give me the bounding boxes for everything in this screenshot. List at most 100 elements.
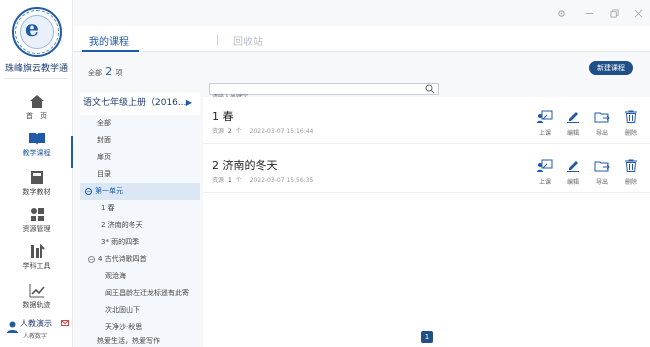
edit-icon [567, 161, 579, 172]
app-logo: e [12, 7, 62, 57]
tab-divider [217, 34, 218, 46]
tree-item[interactable]: 次北固山下 [80, 302, 200, 319]
tree-item[interactable]: 全部 [80, 115, 200, 132]
textbook-selector[interactable]: 语文七年级上册（2016... ▶ [80, 93, 200, 113]
course-title: 1 春 [212, 110, 234, 123]
tree-item-label: 封面 [97, 136, 111, 144]
course-card[interactable]: 1 春 资源 2 个 2022-03-07 15:16:44 上课 编辑 导出 [203, 97, 650, 144]
course-card[interactable]: 2 济南的冬天 资源 1 个 2022-03-07 15:56:35 上课 编辑… [203, 146, 650, 193]
tree-item-label: 3* 雨的四季 [101, 238, 140, 246]
tree-item[interactable]: 目录 [80, 166, 200, 183]
tree-item-label: 1 春 [101, 204, 115, 212]
collapse-icon[interactable]: − [88, 255, 95, 263]
new-course-button[interactable]: 新建课程 [589, 61, 633, 75]
delete-button[interactable]: 删除 [620, 157, 642, 186]
tree-item[interactable]: 3* 雨的四季 [80, 234, 200, 251]
tab-my-courses[interactable]: 我的课程 [89, 33, 129, 48]
delete-button[interactable]: 删除 [620, 108, 642, 137]
sidebar-item-label: 资源管理 [22, 225, 51, 233]
tree-item[interactable]: 热爱生活，热爱写作 [80, 336, 200, 347]
course-title: 2 济南的冬天 [212, 159, 278, 172]
avatar-icon [7, 321, 18, 333]
course-date: 2022-03-07 15:56:35 [249, 177, 314, 184]
chart-icon [29, 284, 45, 298]
meta-prefix: 资源 [212, 128, 225, 135]
collapse-icon[interactable]: − [85, 187, 92, 195]
resource-count: 2 [227, 128, 232, 135]
tree-item-label: 目录 [97, 170, 111, 178]
app-window: e 珠峰旗云教学通 首 页 教学课程 数字教材 资源管理 学科工具 数据轨迹 人… [0, 0, 650, 347]
tree-item[interactable]: 封面 [80, 132, 200, 149]
tree-item-label: 第一单元 [95, 187, 123, 195]
tree-item-label: 热爱生活，热爱写作 [97, 337, 160, 345]
meta-unit: 个 [235, 177, 242, 184]
tree-item[interactable]: 闻王昌龄左迁龙标遥有此寄 [80, 285, 200, 302]
course-date: 2022-03-07 15:16:44 [249, 128, 314, 135]
textbook-title: 语文七年级上册（2016... [83, 98, 187, 108]
tree-item-label: 4 古代诗歌四首 [98, 255, 147, 263]
meta-unit: 个 [235, 128, 242, 135]
delete-icon [625, 110, 637, 123]
sidebar-item-resources[interactable]: 资源管理 [0, 207, 73, 247]
action-label: 编辑 [566, 130, 579, 137]
export-icon [594, 112, 610, 123]
tree-item[interactable]: 天净沙·秋思 [80, 319, 200, 336]
export-button[interactable]: 导出 [591, 108, 613, 137]
total-prefix: 全部 [88, 69, 102, 77]
search-icon[interactable] [425, 84, 435, 94]
edit-button[interactable]: 编辑 [562, 157, 584, 186]
home-icon [29, 95, 44, 108]
action-label: 删除 [624, 179, 637, 186]
sidebar-item-courses[interactable]: 教学课程 [0, 131, 73, 171]
tree-item-unit-1[interactable]: − 第一单元 [80, 183, 200, 200]
tree-item-label: 2 济南的冬天 [101, 221, 143, 229]
sidebar-item-textbook[interactable]: 数字教材 [0, 170, 73, 210]
sidebar-item-label: 首 页 [26, 112, 47, 120]
catalog-tree: 语文七年级上册（2016... ▶ 全部 封面 扉页 目录 − 第一单元 1 春 … [80, 93, 200, 347]
action-label: 上课 [538, 179, 551, 186]
teach-button[interactable]: 上课 [534, 108, 556, 137]
export-icon [594, 161, 610, 172]
resource-count: 1 [227, 177, 232, 184]
sidebar: e 珠峰旗云教学通 首 页 教学课程 数字教材 资源管理 学科工具 数据轨迹 人… [0, 0, 73, 347]
tools-icon [30, 244, 45, 258]
tree-item-label: 扉页 [97, 153, 111, 161]
user-profile[interactable]: 人教演示 人教数字 [0, 317, 73, 347]
tree-item-label: 观沧海 [105, 272, 126, 280]
close-icon[interactable] [634, 9, 643, 20]
course-list: 1 春 资源 2 个 2022-03-07 15:16:44 上课 编辑 导出 [203, 97, 650, 347]
action-label: 导出 [595, 179, 608, 186]
sidebar-item-home[interactable]: 首 页 [0, 94, 73, 134]
action-label: 上课 [538, 130, 551, 137]
minimize-icon[interactable] [585, 9, 594, 20]
tab-underline [82, 50, 139, 52]
tree-item[interactable]: 2 济南的冬天 [80, 217, 200, 234]
action-label: 导出 [595, 130, 608, 137]
page-button-current[interactable]: 1 [421, 331, 433, 343]
mail-icon[interactable] [61, 320, 69, 326]
sidebar-item-tools[interactable]: 学科工具 [0, 244, 73, 284]
tree-item-label: 全部 [97, 119, 111, 127]
tree-item[interactable]: 观沧海 [80, 268, 200, 285]
settings-icon[interactable] [557, 9, 566, 20]
caret-right-icon: ▶ [185, 98, 192, 107]
course-meta: 资源 1 个 2022-03-07 15:56:35 [212, 175, 313, 184]
export-button[interactable]: 导出 [591, 157, 613, 186]
sidebar-item-label: 学科工具 [22, 262, 51, 270]
teach-icon [537, 159, 553, 172]
resources-icon [30, 208, 44, 221]
total-count: 全部 2 项 [88, 65, 122, 78]
teach-button[interactable]: 上课 [534, 157, 556, 186]
search-box [209, 83, 439, 103]
restore-icon[interactable] [610, 9, 619, 20]
tree-item-label: 天净沙·秋思 [105, 323, 143, 331]
edit-button[interactable]: 编辑 [562, 108, 584, 137]
tree-item[interactable]: 1 春 [80, 200, 200, 217]
user-subtitle: 人教数字 [23, 333, 48, 340]
tree-item[interactable]: 扉页 [80, 149, 200, 166]
sidebar-item-label: 教学课程 [22, 149, 51, 157]
textbook-icon [30, 171, 43, 184]
book-icon [28, 133, 45, 145]
tab-recycle-bin[interactable]: 回收站 [233, 33, 263, 48]
tree-item[interactable]: −4 古代诗歌四首 [80, 251, 200, 268]
